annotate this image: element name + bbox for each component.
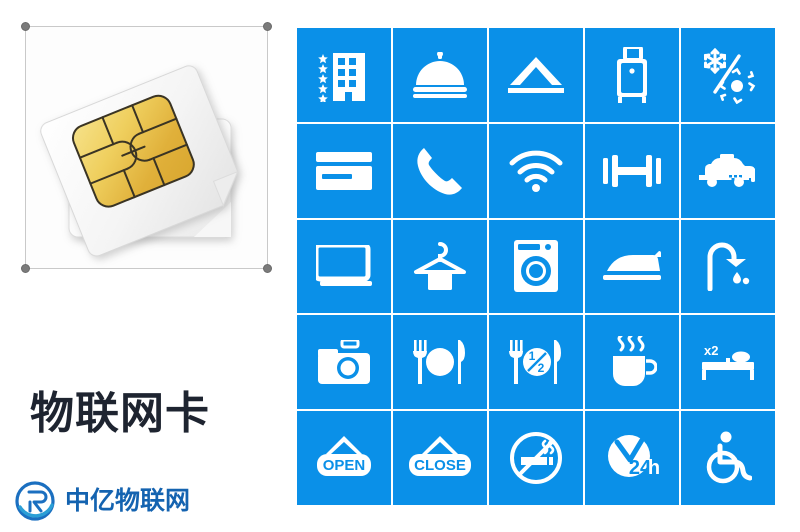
luggage-icon[interactable] <box>585 28 679 122</box>
close-sign-label: CLOSE <box>414 457 466 474</box>
open-sign-label: OPEN <box>323 457 366 474</box>
zhongyi-circle-logo-icon <box>15 481 55 521</box>
brand-lockup: 中亿物联网 <box>14 480 190 522</box>
amenity-icon-grid: 1 2 x2 OPEN CLOSE 24 h <box>297 28 775 505</box>
resize-handle-top-right[interactable] <box>263 22 272 31</box>
image-selection-frame[interactable] <box>21 22 272 273</box>
tent-camping-icon[interactable] <box>489 28 583 122</box>
half-board-icon[interactable]: 1 2 <box>489 315 583 410</box>
brand-name: 中亿物联网 <box>65 486 191 515</box>
resize-handle-top-left[interactable] <box>21 22 30 31</box>
air-conditioning-icon[interactable] <box>681 28 775 122</box>
resize-handle-bottom-left[interactable] <box>21 264 30 273</box>
hotel-stars-icon[interactable] <box>297 28 391 122</box>
room-service-bell-icon[interactable] <box>393 28 487 122</box>
no-smoking-icon[interactable] <box>489 411 583 505</box>
close-sign-icon[interactable]: CLOSE <box>393 411 487 505</box>
shower-icon[interactable] <box>681 219 775 314</box>
taxi-icon[interactable] <box>681 123 775 218</box>
clock-hours-suffix: h <box>648 457 660 479</box>
television-icon[interactable] <box>297 219 391 314</box>
clock-24h-icon[interactable]: 24 h <box>585 411 679 505</box>
coffee-cup-icon[interactable] <box>585 315 679 410</box>
iron-icon[interactable] <box>585 219 679 314</box>
double-bed-icon[interactable]: x2 <box>681 315 775 410</box>
open-sign-icon[interactable]: OPEN <box>297 411 391 505</box>
washing-machine-icon[interactable] <box>489 219 583 314</box>
clothes-hanger-icon[interactable] <box>393 219 487 314</box>
wifi-icon[interactable] <box>489 123 583 218</box>
credit-card-icon[interactable] <box>297 123 391 218</box>
camera-icon[interactable] <box>297 315 391 410</box>
product-panel: 物联网卡 中亿物联网 <box>0 0 290 532</box>
resize-handle-bottom-right[interactable] <box>263 264 272 273</box>
restaurant-icon[interactable] <box>393 315 487 410</box>
telephone-icon[interactable] <box>393 123 487 218</box>
bed-count-label: x2 <box>704 343 718 358</box>
half-board-numerator: 1 <box>529 349 536 363</box>
page-title: 物联网卡 <box>30 389 210 438</box>
wheelchair-access-icon[interactable] <box>681 411 775 505</box>
dumbbell-gym-icon[interactable] <box>585 123 679 218</box>
page-root: 物联网卡 中亿物联网 1 2 x2 OPEN CLOSE 24 h <box>0 0 800 532</box>
sim-card-photo[interactable] <box>26 27 267 268</box>
half-board-denominator: 2 <box>538 361 545 375</box>
